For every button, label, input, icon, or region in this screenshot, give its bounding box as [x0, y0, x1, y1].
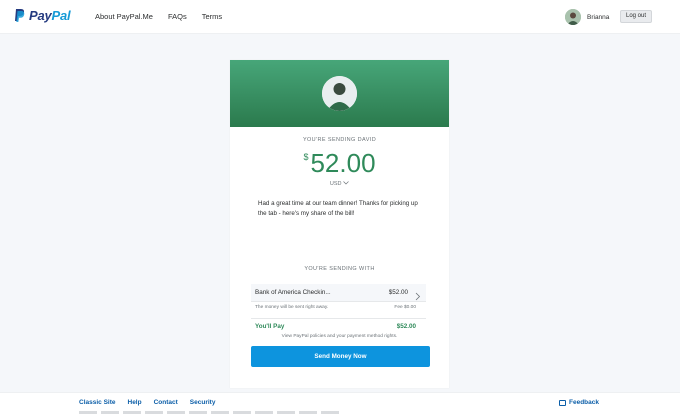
feedback-link[interactable]: Feedback	[559, 399, 599, 406]
fee-text: Fee $0.00	[394, 305, 416, 310]
payment-note: Had a great time at our team dinner! Tha…	[258, 200, 418, 217]
recipient-heading: YOU'RE SENDING DAVID	[302, 137, 377, 143]
paypal-p-icon	[14, 8, 25, 23]
nav-terms-link[interactable]: Terms	[202, 12, 222, 21]
feedback-icon	[559, 399, 566, 406]
top-bar: PayPal About PayPal.Me FAQs Terms Briann…	[0, 0, 680, 34]
amount-display: $52.00	[230, 148, 449, 179]
funding-heading: YOU'RE SENDING WITH	[304, 266, 375, 272]
user-avatar	[565, 9, 581, 25]
user-name: Brianna	[587, 13, 610, 21]
currency-symbol: $	[303, 152, 309, 162]
logo-part-2: Pal	[51, 8, 71, 23]
feedback-label: Feedback	[569, 399, 599, 406]
policies-link[interactable]: View PayPal policies and your payment me…	[230, 334, 449, 339]
currency-label: USD	[329, 181, 342, 187]
payment-card: YOU'RE SENDING DAVID $52.00 USD Had a gr…	[230, 60, 449, 388]
footer-links: Classic Site Help Contact Security	[79, 399, 215, 406]
paypal-wordmark: PayPal	[29, 8, 71, 23]
nav-about-link[interactable]: About PayPal.Me	[95, 12, 153, 21]
funding-source-amount: $52.00	[388, 289, 408, 296]
footer: Classic Site Help Contact Security Feedb…	[0, 392, 680, 415]
recipient-banner	[230, 60, 449, 127]
you-pay-amount: $52.00	[396, 323, 416, 330]
footer-help-link[interactable]: Help	[128, 399, 142, 406]
top-nav: About PayPal.Me FAQs Terms	[95, 12, 222, 21]
sent-notice: The money will be sent right away.	[255, 305, 329, 310]
you-pay-label: You'll Pay	[255, 323, 285, 330]
funding-source-row[interactable]: Bank of America Checkin... $52.00	[251, 284, 426, 302]
footer-contact-link[interactable]: Contact	[154, 399, 178, 406]
funding-source-name: Bank of America Checkin...	[255, 289, 331, 296]
nav-faqs-link[interactable]: FAQs	[168, 12, 187, 21]
currency-selector[interactable]: USD	[230, 181, 449, 187]
paypal-logo[interactable]: PayPal	[14, 8, 71, 23]
footer-fine-print	[79, 411, 339, 414]
you-pay-row: You'll Pay $52.00	[251, 318, 426, 332]
sent-notice-row: The money will be sent right away. Fee $…	[251, 304, 426, 314]
recipient-avatar	[322, 76, 357, 111]
send-money-button[interactable]: Send Money Now	[251, 346, 430, 367]
footer-classic-site-link[interactable]: Classic Site	[79, 399, 116, 406]
footer-security-link[interactable]: Security	[190, 399, 216, 406]
logout-button[interactable]: Log out	[620, 10, 652, 23]
logo-part-1: Pay	[29, 8, 52, 23]
user-menu[interactable]: Brianna	[565, 9, 609, 25]
chevron-right-icon	[415, 288, 421, 301]
chevron-down-icon	[343, 181, 349, 187]
amount-value: 52.00	[310, 148, 376, 178]
